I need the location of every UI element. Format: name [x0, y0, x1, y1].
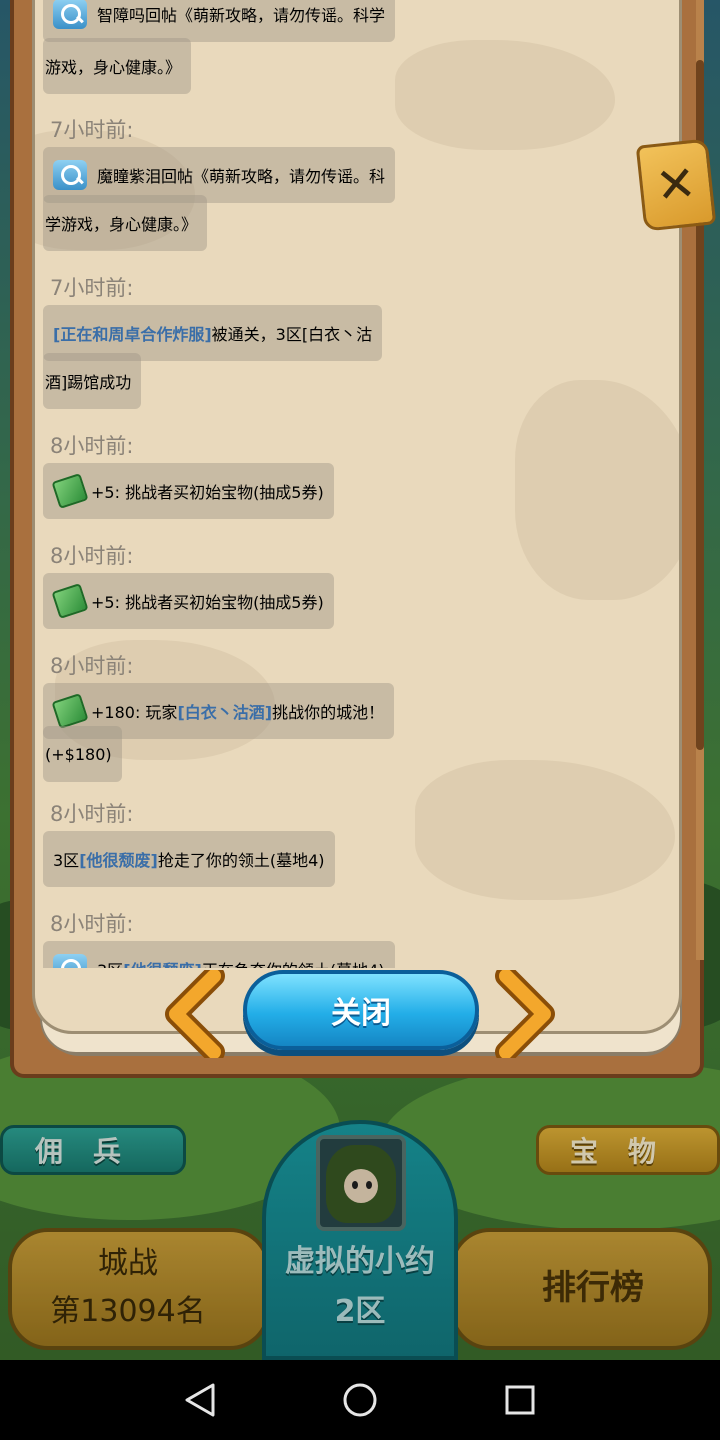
log-line: 3区 [他很颓废] 正在争夺你的领土(墓地4) [43, 941, 395, 968]
log-line: 智障吗回帖《萌新攻略，请勿传谣。科学 [43, 0, 396, 42]
timestamp: 8小时前: [50, 912, 134, 936]
search-icon [53, 160, 87, 190]
timestamp: 7小时前: [50, 276, 134, 300]
recents-icon[interactable] [460, 1360, 580, 1440]
home-icon[interactable] [300, 1360, 420, 1440]
timestamp: 8小时前: [50, 654, 134, 678]
money-icon [51, 583, 89, 619]
timestamp: 8小时前: [50, 544, 134, 568]
log-line: +5: 挑战者买初始宝物(抽成5券) [43, 463, 334, 519]
x-close-icon[interactable]: ✕ [635, 138, 717, 232]
log-line: 游戏，身心健康。》 [43, 38, 192, 94]
timestamp: 8小时前: [50, 434, 134, 458]
timestamp: 7小时前: [50, 118, 134, 142]
money-icon [51, 473, 89, 509]
close-button[interactable]: 关闭 [243, 970, 479, 1050]
log-line: +5: 挑战者买初始宝物(抽成5券) [43, 573, 334, 629]
back-icon[interactable] [140, 1360, 260, 1440]
log-line: 酒]踢馆成功 [43, 353, 142, 409]
player-link[interactable]: [正在和周卓合作炸服] [53, 321, 212, 345]
log-line: (+$180) [43, 726, 122, 782]
log-line: 3区 [他很颓废] 抢走了你的领土(墓地4) [43, 831, 335, 887]
search-icon [53, 0, 87, 29]
player-link[interactable]: [白衣丶沽酒] [177, 699, 272, 723]
search-icon [53, 954, 87, 968]
timestamp: 8小时前: [50, 802, 134, 826]
system-nav-bar [0, 1360, 720, 1440]
chevron-left-icon[interactable] [162, 970, 232, 1058]
player-link[interactable]: [他很颓废] [123, 957, 202, 968]
money-icon [51, 693, 89, 729]
log-line: 学游戏，身心健康。》 [43, 195, 208, 251]
close-button-label: 关闭 [331, 996, 391, 1031]
chevron-right-icon[interactable] [488, 970, 558, 1058]
message-log[interactable]: 智障吗回帖《萌新攻略，请勿传谣。科学 游戏，身心健康。》 7小时前: 魔瞳紫泪回… [43, 0, 679, 968]
player-link[interactable]: [他很颓废] [79, 847, 158, 871]
